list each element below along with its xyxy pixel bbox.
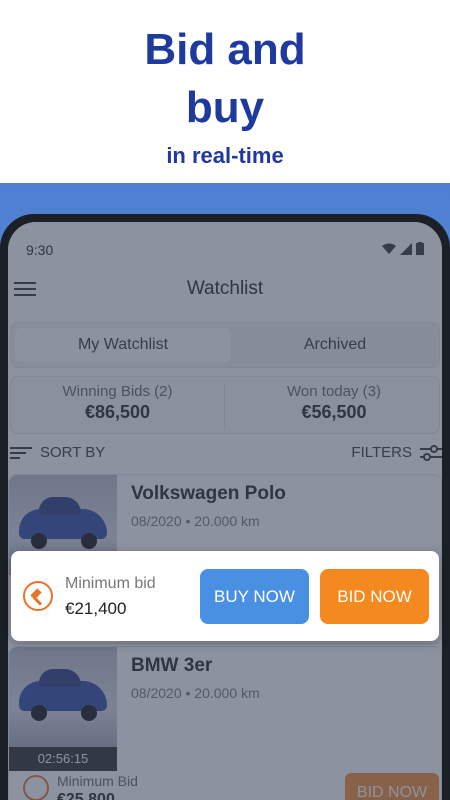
vehicle-meta: 08/2020 • 20.000 km: [131, 685, 260, 701]
minimum-bid-value: €21,400: [65, 599, 127, 618]
filter-icon: [420, 444, 442, 461]
watchlist-tabs: My Watchlist Archived: [10, 322, 440, 368]
sort-by-label: SORT BY: [40, 444, 106, 461]
minimum-bid-label: Minimum bid: [65, 575, 156, 592]
card-bid-row: Minimum Bid €25,800 BID NOW: [9, 773, 442, 800]
promo-page: Bid and buy in real-time 9:30 Watchlist …: [0, 0, 450, 800]
vehicle-image: [9, 647, 117, 747]
headline-line3: in real-time: [166, 143, 284, 168]
won-today-value: €56,500: [301, 402, 367, 422]
tab-my-watchlist[interactable]: My Watchlist: [15, 328, 231, 362]
stats-panel: Winning Bids (2) €86,500 Won today (3) €…: [10, 376, 440, 434]
bid-now-button[interactable]: BID NOW: [320, 569, 429, 624]
sort-filter-row: SORT BY FILTERS: [8, 444, 442, 466]
auction-timer: 02:56:15: [9, 747, 117, 771]
vehicle-name: BMW 3er: [131, 655, 213, 676]
minimum-bid-value: €25,800: [57, 791, 115, 800]
vehicle-name: Volkswagen Polo: [131, 483, 286, 504]
wifi-icon: [382, 243, 396, 254]
battery-icon: [416, 242, 424, 255]
phone-screen: 9:30 Watchlist My Watchlist Archived Win…: [8, 222, 442, 800]
winning-bids-label: Winning Bids (2): [62, 383, 173, 400]
won-today-label: Won today (3): [287, 383, 381, 400]
promo-headline: Bid and buy in real-time: [0, 0, 450, 183]
bid-popup: Minimum bid €21,400 BUY NOW BID NOW: [11, 551, 439, 641]
signal-icon: [400, 242, 412, 255]
headline-line2: buy: [185, 83, 265, 132]
sort-icon: [10, 446, 32, 459]
winning-bids-value: €86,500: [84, 402, 151, 422]
minimum-bid-label: Minimum Bid: [57, 773, 138, 789]
headline-line1: Bid and: [144, 25, 306, 74]
status-icons: [382, 242, 424, 255]
tab-archived[interactable]: Archived: [233, 328, 437, 362]
winning-bids-stat[interactable]: Winning Bids (2) €86,500: [11, 383, 225, 429]
gavel-icon: [23, 581, 53, 611]
gavel-icon: [23, 775, 49, 800]
status-bar: 9:30: [8, 222, 442, 258]
filters-label: FILTERS: [351, 444, 412, 461]
status-time: 9:30: [26, 242, 54, 258]
app-bar: Watchlist: [8, 270, 442, 314]
page-title: Watchlist: [186, 278, 264, 299]
sort-by-button[interactable]: SORT BY: [10, 444, 105, 461]
won-today-stat[interactable]: Won today (3) €56,500: [227, 383, 441, 423]
vehicle-card[interactable]: 02:56:15 BMW 3er 08/2020 • 20.000 km Min…: [8, 646, 442, 800]
filters-button[interactable]: FILTERS: [351, 444, 442, 461]
vehicle-meta: 08/2020 • 20.000 km: [131, 513, 260, 529]
buy-now-button[interactable]: BUY NOW: [200, 569, 309, 624]
bid-now-button[interactable]: BID NOW: [345, 773, 439, 800]
